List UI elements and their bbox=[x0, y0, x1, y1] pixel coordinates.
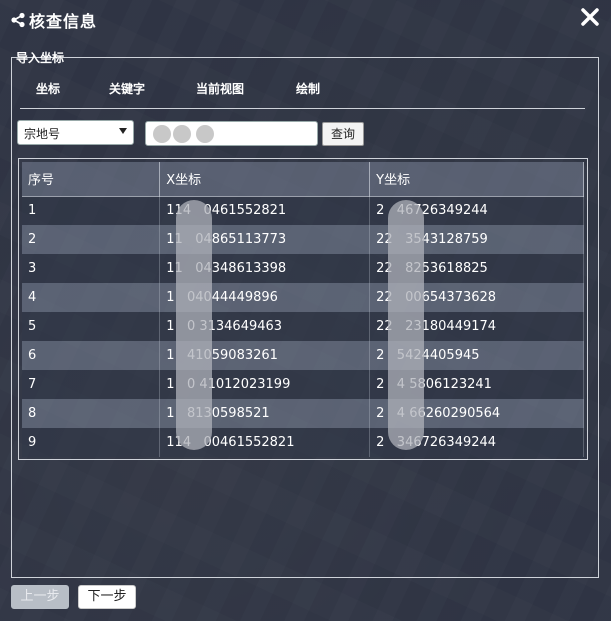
select-value: 宗地号 bbox=[24, 127, 61, 141]
title-group: 核查信息 bbox=[10, 8, 97, 32]
table-header-row: 序号 X坐标 Y坐标 bbox=[22, 162, 584, 197]
redaction-blob bbox=[196, 125, 214, 143]
table-row[interactable]: 71 0 41012023199 2 4 5806123241 bbox=[22, 370, 584, 399]
query-button[interactable]: 查询 bbox=[322, 122, 364, 146]
tab-keyword[interactable]: 关键字 bbox=[109, 80, 145, 97]
redaction-mask bbox=[388, 200, 424, 450]
tab-divider bbox=[20, 108, 585, 109]
redaction-blob bbox=[153, 125, 171, 143]
table-row[interactable]: 51 0 3134649463 22 23180449174 bbox=[22, 312, 584, 341]
cell-index: 2 bbox=[22, 225, 161, 254]
next-step-button[interactable]: 下一步 bbox=[78, 585, 136, 609]
table-row[interactable]: 2 11 04865113773 22 3543128759 bbox=[22, 225, 584, 254]
prev-step-button[interactable]: 上一步 bbox=[11, 585, 69, 609]
coordinates-table: 序号 X坐标 Y坐标 1 114 0461552821 2 46726349244 2… bbox=[22, 162, 584, 457]
header-x: X坐标 bbox=[159, 162, 371, 197]
share-icon bbox=[11, 12, 25, 28]
close-icon[interactable] bbox=[579, 6, 601, 28]
tab-current-view[interactable]: 当前视图 bbox=[196, 80, 244, 97]
tab-coordinates[interactable]: 坐标 bbox=[36, 80, 60, 97]
cell-index: 7 bbox=[22, 370, 161, 399]
cell-index: 6 bbox=[22, 341, 161, 370]
dropdown-arrow-icon bbox=[119, 128, 127, 134]
table-row[interactable]: 81 8130598521 2 4 66260290564 bbox=[22, 399, 584, 428]
table-row[interactable]: 61 41059083261 2 5424405945 bbox=[22, 341, 584, 370]
cell-index: 8 bbox=[22, 399, 161, 428]
cell-index: 4 bbox=[22, 283, 161, 312]
tab-bar: 坐标 关键字 当前视图 绘制 bbox=[20, 80, 585, 110]
table-row[interactable]: 3 11 04348613398 22 8253618825 bbox=[22, 254, 584, 283]
cell-index: 5 bbox=[22, 312, 161, 341]
coordinates-table-wrap: 序号 X坐标 Y坐标 1 114 0461552821 2 46726349244 2… bbox=[22, 162, 584, 457]
table-row[interactable]: 1 114 0461552821 2 46726349244 bbox=[22, 196, 584, 225]
header-y: Y坐标 bbox=[369, 162, 584, 197]
redaction-blob bbox=[173, 125, 191, 143]
tab-draw[interactable]: 绘制 bbox=[296, 80, 320, 97]
fieldset-legend: 导入坐标 bbox=[16, 51, 65, 65]
dialog-header: 核查信息 bbox=[0, 0, 611, 38]
field-type-select[interactable]: 宗地号 bbox=[17, 120, 134, 145]
dialog-title: 核查信息 bbox=[29, 12, 98, 31]
table-row[interactable]: 9 114 00461552821 2 346726349244 bbox=[22, 428, 584, 457]
table-row[interactable]: 41 04044449896 22 00654373628 bbox=[22, 283, 584, 312]
header-index: 序号 bbox=[22, 162, 161, 197]
cell-index: 9 bbox=[22, 428, 161, 457]
check-info-dialog: 核查信息 导入坐标 坐标 关键字 当前视图 绘制 宗地号 0 0 查询 序号 X bbox=[0, 0, 611, 621]
cell-index: 1 bbox=[22, 196, 161, 225]
cell-index: 3 bbox=[22, 254, 161, 283]
redaction-mask bbox=[176, 200, 212, 450]
